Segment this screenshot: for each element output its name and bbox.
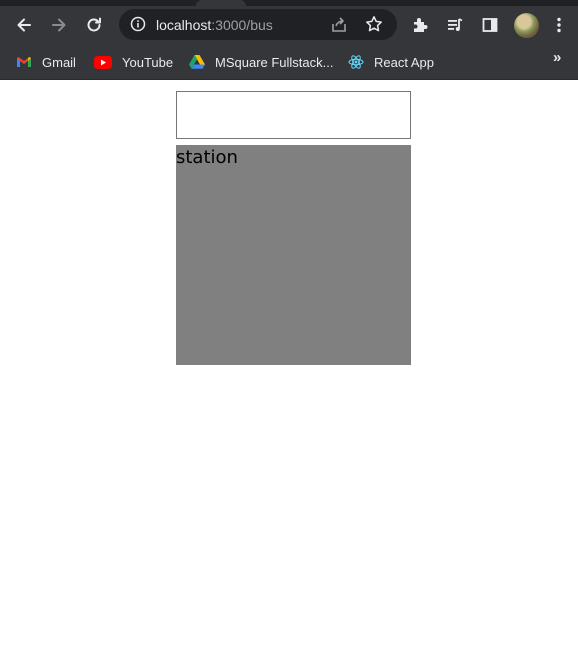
back-icon bbox=[17, 18, 31, 32]
youtube-icon bbox=[94, 55, 112, 69]
search-input[interactable] bbox=[176, 91, 411, 139]
bookmarks-bar: Gmail YouTube MSquare Fullstack... React… bbox=[0, 44, 578, 80]
extensions-button[interactable] bbox=[403, 8, 437, 42]
menu-button[interactable] bbox=[546, 8, 572, 42]
station-panel: station bbox=[176, 145, 411, 365]
forward-icon bbox=[52, 18, 66, 32]
forward-button[interactable] bbox=[42, 8, 76, 42]
back-button[interactable] bbox=[7, 8, 41, 42]
info-icon[interactable] bbox=[130, 16, 146, 32]
station-label: station bbox=[176, 147, 238, 168]
url-host: localhost bbox=[156, 17, 212, 33]
drive-icon bbox=[189, 55, 205, 69]
bookmarks-overflow[interactable]: » bbox=[553, 49, 561, 66]
bookmark-label: React App bbox=[374, 54, 434, 70]
extensions-icon bbox=[414, 18, 428, 32]
url-text[interactable]: localhost:3000/bus bbox=[156, 17, 273, 33]
reload-button[interactable] bbox=[77, 8, 111, 42]
bookmark-youtube[interactable]: YouTube bbox=[94, 51, 173, 73]
bookmark-msquare[interactable]: MSquare Fullstack... bbox=[189, 51, 334, 73]
url-path: :3000/bus bbox=[211, 17, 273, 33]
avatar[interactable] bbox=[514, 13, 539, 38]
media-button[interactable] bbox=[438, 8, 472, 42]
menu-icon bbox=[557, 17, 561, 33]
react-icon bbox=[348, 55, 364, 69]
address-bar[interactable]: localhost:3000/bus bbox=[119, 9, 397, 40]
star-icon[interactable] bbox=[365, 15, 383, 33]
reload-icon bbox=[87, 17, 101, 32]
bookmark-label: Gmail bbox=[42, 54, 76, 70]
side-panel-icon bbox=[482, 18, 498, 32]
bookmark-gmail[interactable]: Gmail bbox=[16, 51, 76, 73]
bookmark-label: MSquare Fullstack... bbox=[215, 54, 334, 70]
browser-toolbar: localhost:3000/bus bbox=[0, 6, 578, 44]
media-icon bbox=[448, 18, 463, 31]
bookmark-label: YouTube bbox=[122, 54, 174, 70]
side-panel-button[interactable] bbox=[473, 8, 507, 42]
bookmark-react-app[interactable]: React App bbox=[348, 51, 434, 73]
gmail-icon bbox=[17, 57, 31, 67]
share-icon[interactable] bbox=[330, 16, 348, 34]
